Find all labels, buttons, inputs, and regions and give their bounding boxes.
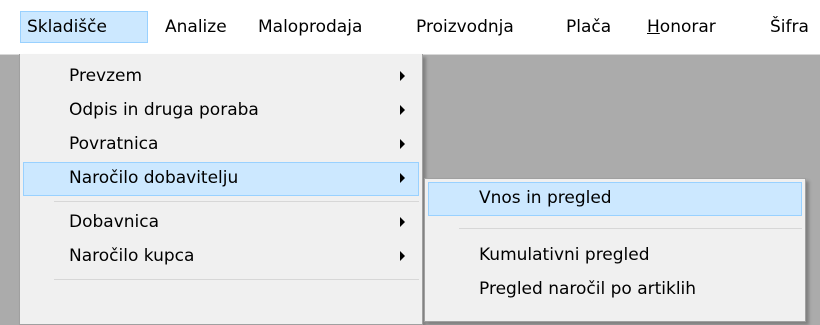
skladisce-dropdown: Prevzem Odpis in druga poraba Povratnica… [19, 54, 423, 325]
menu-proizvodnja[interactable]: Proizvodnja [416, 11, 514, 43]
submenu-arrow-icon [400, 139, 405, 149]
submenu-item-vnos-in-pregled-label: Vnos in pregled [479, 188, 612, 208]
menu-item-dobavnica[interactable]: Dobavnica [23, 206, 419, 240]
menu-item-dobavnica-label: Dobavnica [69, 212, 160, 232]
menu-honorar-label: onorar [659, 17, 716, 37]
menu-item-narocilo-kupca-label: Naročilo kupca [69, 246, 195, 266]
menu-maloprodaja-label: Maloprodaja [258, 17, 363, 37]
menu-placa[interactable]: Plača [566, 11, 611, 43]
menu-skladisce-label: Skladišče [27, 17, 107, 37]
menu-item-povratnica[interactable]: Povratnica [23, 128, 419, 162]
menu-item-povratnica-label: Povratnica [69, 134, 159, 154]
menu-bar: Skladišče Analize Maloprodaja Proizvodnj… [0, 0, 820, 55]
menu-item-narocilo-dobavitelju[interactable]: Naročilo dobavitelju [23, 162, 419, 196]
menu-maloprodaja[interactable]: Maloprodaja [258, 11, 362, 43]
menu-item-odpis[interactable]: Odpis in druga poraba [23, 94, 419, 128]
submenu-arrow-icon [400, 173, 405, 183]
submenu-arrow-icon [400, 71, 405, 81]
menu-analize[interactable]: Analize [165, 11, 227, 43]
menu-placa-label: Plača [566, 17, 612, 37]
menu-sifra[interactable]: Šifra [770, 11, 809, 43]
submenu-separator [459, 228, 802, 229]
submenu-item-kumulativni-pregled-label: Kumulativni pregled [479, 245, 650, 265]
menu-proizvodnja-label: Proizvodnja [416, 17, 514, 37]
menu-separator [54, 201, 419, 202]
menu-separator [54, 279, 419, 280]
submenu-item-vnos-in-pregled[interactable]: Vnos in pregled [428, 182, 802, 216]
submenu-arrow-icon [400, 251, 405, 261]
submenu-item-pregled-narocil-po-artiklih-label: Pregled naročil po artiklih [479, 279, 697, 299]
menu-skladisce[interactable]: Skladišče [20, 11, 148, 43]
submenu-arrow-icon [400, 105, 405, 115]
submenu-arrow-icon [400, 217, 405, 227]
narocilo-dobavitelju-submenu: Vnos in pregled Kumulativni pregled Preg… [424, 178, 806, 322]
menu-sifra-label: Šifra [770, 17, 809, 37]
menu-item-narocilo-kupca[interactable]: Naročilo kupca [23, 240, 419, 274]
submenu-item-pregled-narocil-po-artiklih[interactable]: Pregled naročil po artiklih [428, 273, 802, 307]
menu-honorar[interactable]: Honorar [647, 11, 716, 43]
menu-item-prevzem-label: Prevzem [69, 66, 143, 86]
menu-honorar-accesskey: H [647, 17, 660, 37]
menu-item-odpis-label: Odpis in druga poraba [69, 100, 259, 120]
submenu-item-kumulativni-pregled[interactable]: Kumulativni pregled [428, 239, 802, 273]
menu-item-narocilo-dobavitelju-label: Naročilo dobavitelju [69, 168, 239, 188]
menu-analize-label: Analize [165, 17, 227, 37]
menu-item-prevzem[interactable]: Prevzem [23, 60, 419, 94]
